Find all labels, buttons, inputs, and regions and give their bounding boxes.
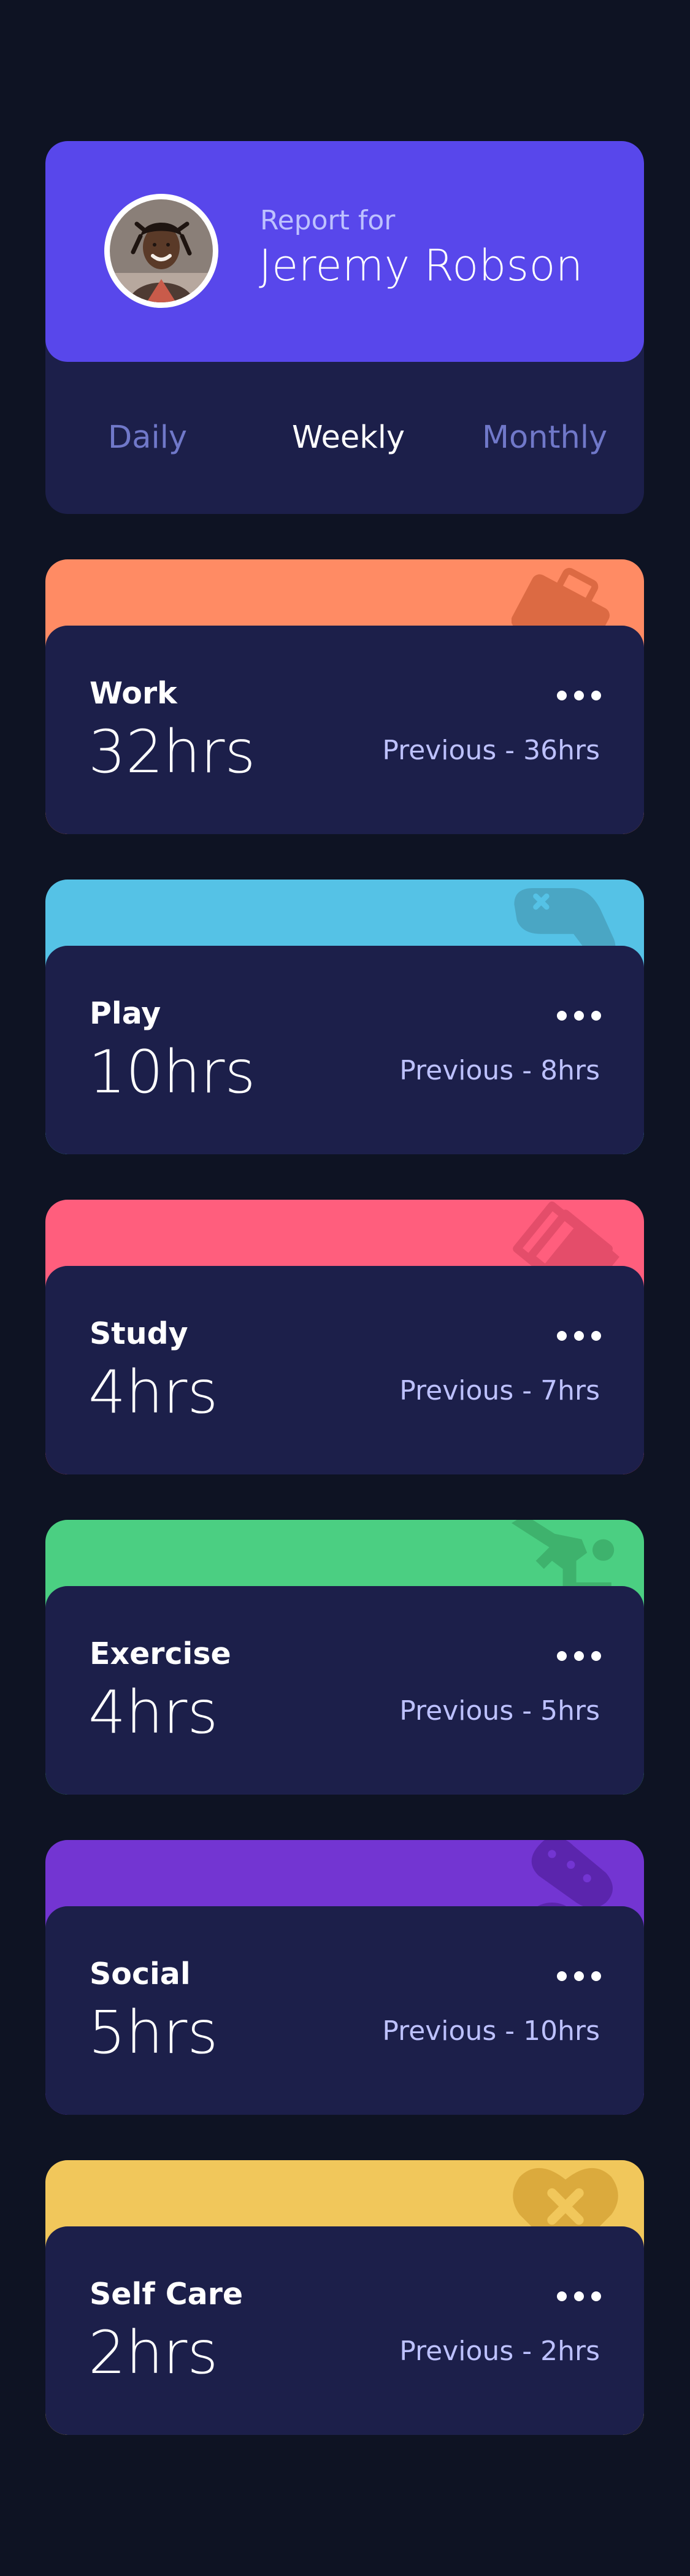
card-previous: Previous - 5hrs xyxy=(399,1695,600,1727)
card-hours: 5hrs xyxy=(88,1998,218,2067)
card-previous: Previous - 10hrs xyxy=(382,2015,600,2047)
work-card-body: Work 32hrs Previous - 36hrs xyxy=(45,626,644,834)
study-card-body: Study 4hrs Previous - 7hrs xyxy=(45,1266,644,1474)
tab-daily[interactable]: Daily xyxy=(108,362,187,514)
ellipsis-icon[interactable] xyxy=(557,1007,601,1022)
ellipsis-icon[interactable] xyxy=(557,2288,601,2302)
ellipsis-icon[interactable] xyxy=(557,1647,601,1662)
card-title: Self Care xyxy=(90,2277,243,2312)
card-previous: Previous - 36hrs xyxy=(382,735,600,766)
avatar-image xyxy=(110,199,213,302)
card-hours: 4hrs xyxy=(88,1358,218,1427)
timeframe-tabs: Daily Weekly Monthly xyxy=(45,362,644,514)
card-previous: Previous - 2hrs xyxy=(399,2336,600,2367)
card-hours: 2hrs xyxy=(88,2318,218,2387)
work-card[interactable]: Work 32hrs Previous - 36hrs xyxy=(45,559,644,834)
card-hours: 32hrs xyxy=(88,718,256,786)
tracking-dashboard: Report for Jeremy Robson Daily Weekly Mo… xyxy=(0,0,690,2576)
card-title: Social xyxy=(90,1957,191,1991)
report-for-label: Report for xyxy=(260,205,396,236)
ellipsis-icon[interactable] xyxy=(557,1327,601,1342)
play-card[interactable]: Play 10hrs Previous - 8hrs xyxy=(45,880,644,1154)
card-hours: 4hrs xyxy=(88,1678,218,1747)
exercise-card-body: Exercise 4hrs Previous - 5hrs xyxy=(45,1586,644,1795)
profile-header: Report for Jeremy Robson xyxy=(45,141,644,362)
social-card[interactable]: Social 5hrs Previous - 10hrs xyxy=(45,1840,644,2115)
profile-card: Report for Jeremy Robson Daily Weekly Mo… xyxy=(45,141,644,514)
play-card-body: Play 10hrs Previous - 8hrs xyxy=(45,946,644,1154)
user-name: Jeremy Robson xyxy=(259,240,583,291)
ellipsis-icon[interactable] xyxy=(557,1968,601,1982)
self-care-card[interactable]: Self Care 2hrs Previous - 2hrs xyxy=(45,2160,644,2435)
card-title: Work xyxy=(90,676,177,711)
card-title: Play xyxy=(90,996,161,1031)
avatar xyxy=(104,194,218,308)
self-care-card-body: Self Care 2hrs Previous - 2hrs xyxy=(45,2226,644,2435)
tab-monthly[interactable]: Monthly xyxy=(482,362,607,514)
tab-weekly[interactable]: Weekly xyxy=(292,362,405,514)
card-title: Study xyxy=(90,1316,188,1351)
card-title: Exercise xyxy=(90,1636,231,1671)
ellipsis-icon[interactable] xyxy=(557,687,601,702)
card-previous: Previous - 8hrs xyxy=(399,1055,600,1086)
social-card-body: Social 5hrs Previous - 10hrs xyxy=(45,1906,644,2115)
card-previous: Previous - 7hrs xyxy=(399,1375,600,1406)
card-hours: 10hrs xyxy=(88,1038,256,1106)
study-card[interactable]: Study 4hrs Previous - 7hrs xyxy=(45,1200,644,1474)
exercise-card[interactable]: Exercise 4hrs Previous - 5hrs xyxy=(45,1520,644,1795)
